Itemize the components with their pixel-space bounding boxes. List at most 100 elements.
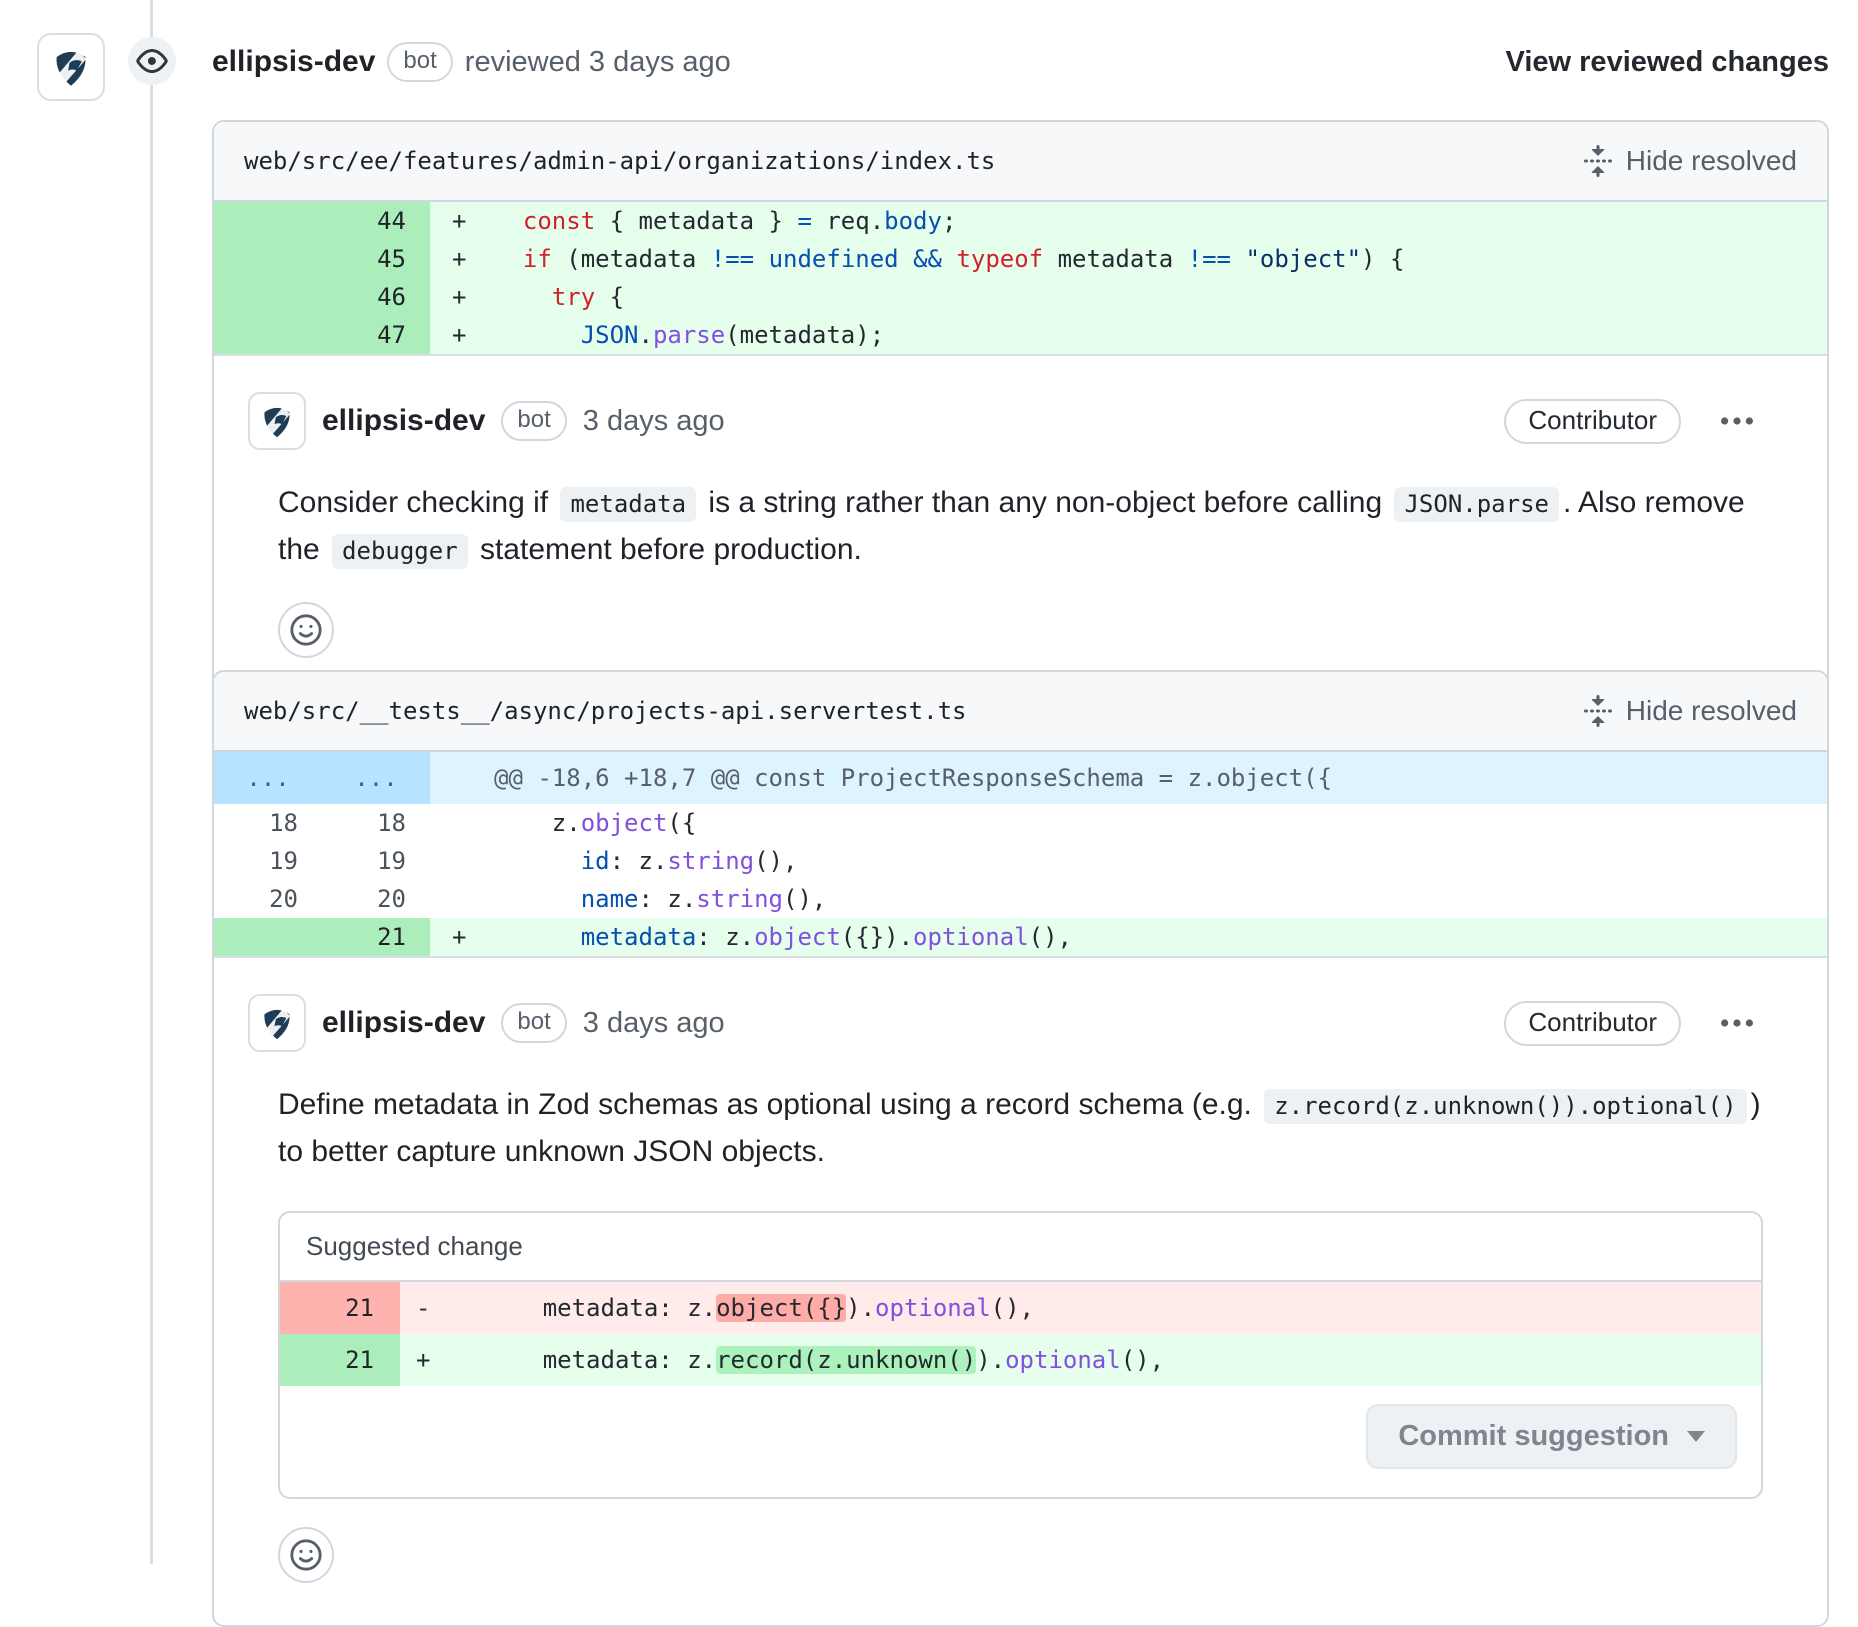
add-reaction-button[interactable] (278, 1527, 334, 1583)
smiley-icon (289, 1538, 323, 1572)
diff-row-del: 21- metadata: z.object({}).optional(), (280, 1282, 1761, 1334)
eye-icon (136, 45, 168, 77)
code-line: const { metadata } = req.body; (494, 202, 1827, 240)
diff-row-add: 45+ if (metadata !== undefined && typeof… (214, 240, 1827, 278)
diff-marker (430, 842, 494, 880)
inline-code: metadata (560, 487, 696, 522)
diff-table: ...... @@ -18,6 +18,7 @@ const ProjectRes… (214, 752, 1827, 956)
file-path-link[interactable]: web/src/ee/features/admin-api/organizati… (244, 147, 995, 175)
ellipsis-logo-icon (257, 401, 297, 441)
contributor-badge: Contributor (1504, 1001, 1681, 1046)
diff-marker: + (430, 202, 494, 240)
code-line: if (metadata !== undefined && typeof met… (494, 240, 1827, 278)
ellipsis-logo-icon (48, 44, 94, 90)
comment-header: ellipsis-dev bot 3 days ago Contributor (248, 994, 1763, 1052)
code-line: id: z.string(), (494, 842, 1827, 880)
code-line: metadata: z.object({}).optional(), (494, 918, 1827, 956)
comment-body: Consider checking if metadata is a strin… (278, 480, 1763, 574)
diff-row-add: 47+ JSON.parse(metadata); (214, 316, 1827, 354)
comment-timestamp[interactable]: 3 days ago (583, 405, 725, 438)
diff-marker: + (430, 278, 494, 316)
bot-badge: bot (387, 42, 452, 82)
comment-options-button[interactable] (1711, 1001, 1763, 1045)
old-line-number[interactable]: ... (214, 752, 322, 804)
new-line-number[interactable]: 47 (322, 316, 430, 354)
comment-avatar[interactable] (248, 994, 306, 1052)
new-line-number[interactable]: 21 (322, 918, 430, 956)
diff-marker (430, 804, 494, 842)
new-line-number[interactable]: ... (322, 752, 430, 804)
view-reviewed-changes-link[interactable]: View reviewed changes (1506, 46, 1829, 79)
file-path-link[interactable]: web/src/__tests__/async/projects-api.ser… (244, 697, 966, 725)
new-line-number[interactable]: 19 (322, 842, 430, 880)
old-line-number[interactable] (214, 278, 322, 316)
diff-row-add: 21+ metadata: z.object({}).optional(), (214, 918, 1827, 956)
diff-marker: + (430, 240, 494, 278)
old-line-number[interactable] (214, 240, 322, 278)
commit-suggestion-button[interactable]: Commit suggestion (1366, 1404, 1737, 1469)
new-line-number[interactable]: 20 (322, 880, 430, 918)
contributor-badge: Contributor (1504, 399, 1681, 444)
new-line-number[interactable]: 44 (322, 202, 430, 240)
diff-marker (430, 752, 494, 804)
diff-row-context: 1919 id: z.string(), (214, 842, 1827, 880)
diff-row-add: 21+ metadata: z.record(z.unknown()).opti… (280, 1334, 1761, 1386)
new-line-number[interactable]: 45 (322, 240, 430, 278)
comment-body: Define metadata in Zod schemas as option… (278, 1082, 1763, 1175)
new-line-number[interactable]: 18 (322, 804, 430, 842)
bot-badge: bot (501, 1003, 566, 1043)
add-reaction-button[interactable] (278, 602, 334, 658)
comment-timestamp[interactable]: 3 days ago (583, 1007, 725, 1040)
new-line-number[interactable]: 46 (322, 278, 430, 316)
old-line-number[interactable]: 18 (214, 804, 322, 842)
code-line: name: z.string(), (494, 880, 1827, 918)
diff-row-context: 1818 z.object({ (214, 804, 1827, 842)
review-comment: ellipsis-dev bot 3 days ago Contributor … (214, 956, 1827, 1625)
fold-icon (1582, 145, 1614, 177)
code-line: metadata: z.record(z.unknown()).optional… (456, 1334, 1761, 1386)
code-line: @@ -18,6 +18,7 @@ const ProjectResponseS… (494, 752, 1827, 804)
diff-marker: + (430, 316, 494, 354)
hide-resolved-button[interactable]: Hide resolved (1582, 695, 1797, 727)
timeline-rail (150, 0, 153, 1564)
comment-options-button[interactable] (1711, 399, 1763, 443)
inline-code: JSON.parse (1394, 487, 1559, 522)
pull-request-review-timeline: ellipsis-dev bot reviewed 3 days ago Vie… (0, 0, 1858, 1564)
comment-text: Define metadata in Zod schemas as option… (278, 1088, 1260, 1121)
comment-text: is a string rather than any non-object b… (700, 486, 1390, 519)
old-line-number[interactable]: 19 (214, 842, 322, 880)
comment-avatar[interactable] (248, 392, 306, 450)
review-event-badge (128, 37, 176, 85)
suggested-change-title: Suggested change (280, 1213, 1761, 1282)
kebab-icon (1719, 403, 1755, 439)
review-comment: ellipsis-dev bot 3 days ago Contributor … (214, 354, 1827, 700)
old-line-number[interactable] (214, 202, 322, 240)
diff-marker: + (400, 1334, 456, 1386)
bot-badge: bot (501, 401, 566, 441)
reviewer-name-link[interactable]: ellipsis-dev (212, 45, 375, 79)
kebab-icon (1719, 1005, 1755, 1041)
hide-resolved-label: Hide resolved (1626, 145, 1797, 177)
inline-code: debugger (332, 534, 468, 569)
old-line-number[interactable]: 20 (214, 880, 322, 918)
diff-row-add: 46+ try { (214, 278, 1827, 316)
line-number[interactable]: 21 (280, 1334, 400, 1386)
reviewer-avatar[interactable] (37, 33, 105, 101)
file-header: web/src/__tests__/async/projects-api.ser… (214, 672, 1827, 752)
old-line-number[interactable] (214, 918, 322, 956)
diff-table: 44+ const { metadata } = req.body;45+ if… (214, 202, 1827, 354)
code-line: z.object({ (494, 804, 1827, 842)
comment-author[interactable]: ellipsis-dev (322, 404, 485, 438)
line-number[interactable]: 21 (280, 1282, 400, 1334)
ellipsis-logo-icon (257, 1003, 297, 1043)
comment-text: statement before production. (472, 533, 862, 566)
fold-icon (1582, 695, 1614, 727)
suggested-change-block: Suggested change 21- metadata: z.object(… (278, 1211, 1763, 1499)
comment-author[interactable]: ellipsis-dev (322, 1006, 485, 1040)
suggestion-diff: 21- metadata: z.object({}).optional(),21… (280, 1282, 1761, 1386)
hide-resolved-button[interactable]: Hide resolved (1582, 145, 1797, 177)
code-line: JSON.parse(metadata); (494, 316, 1827, 354)
diff-row-context: 2020 name: z.string(), (214, 880, 1827, 918)
old-line-number[interactable] (214, 316, 322, 354)
smiley-icon (289, 613, 323, 647)
